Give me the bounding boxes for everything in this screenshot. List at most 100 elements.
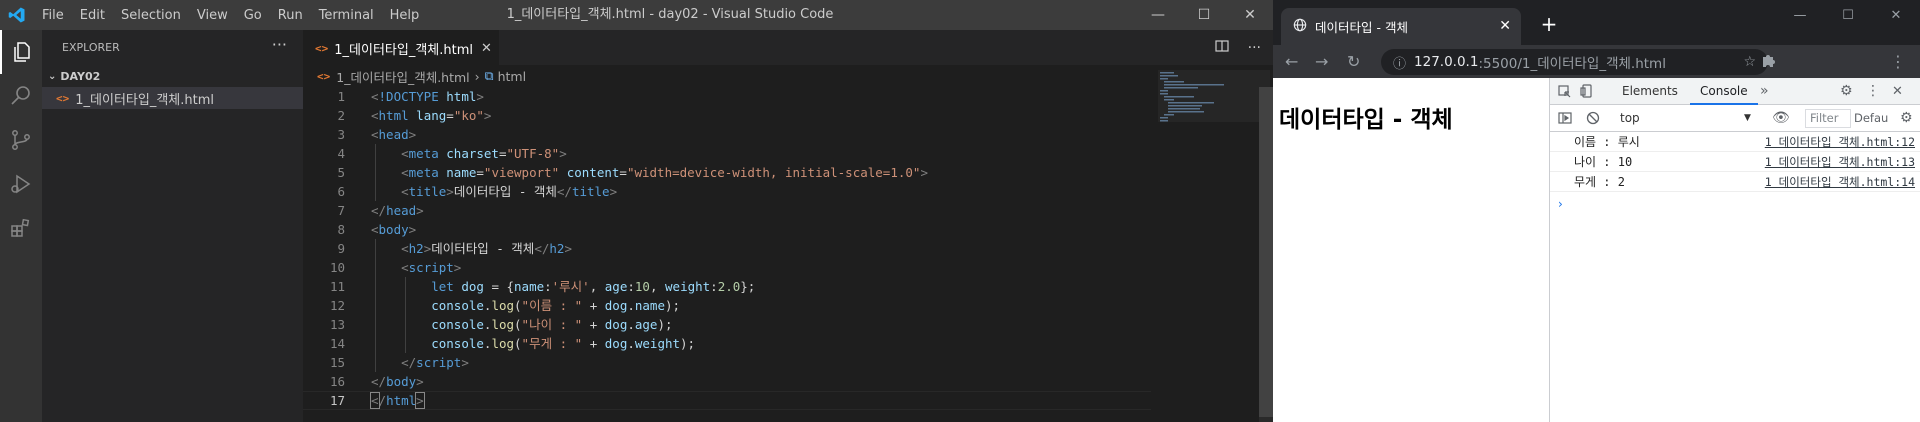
editor-actions: ··· <box>1214 30 1261 65</box>
page-heading: 데이터타입 - 객체 <box>1279 107 1453 133</box>
address-bar[interactable]: ⓘ 127.0.0.1:5500/1_데이터타입_객체.html ☆ <box>1381 49 1768 75</box>
folder-row[interactable]: ⌄ DAY02 <box>42 65 303 87</box>
breadcrumb-file[interactable]: 1_데이터타입_객체.html <box>336 67 469 86</box>
console-line: 무게 : 2 1 데이터타입 객체.html:14 <box>1550 172 1920 192</box>
close-icon[interactable]: ✕ <box>1872 0 1920 30</box>
menu-terminal[interactable]: Terminal <box>311 8 382 23</box>
chrome-window: 데이터타입 - 객체 ✕ + — ☐ ✕ ← → ↻ ⓘ 127.0.0.1:5… <box>1273 0 1920 422</box>
info-icon[interactable]: ⓘ <box>1393 53 1406 72</box>
context-selector[interactable]: top <box>1620 105 1640 132</box>
menu-go[interactable]: Go <box>236 8 270 23</box>
reload-icon[interactable]: ↻ <box>1347 45 1360 78</box>
code-text: <!DOCTYPE html> <box>371 89 484 104</box>
extensions-icon[interactable] <box>1753 45 1783 78</box>
new-tab-icon[interactable]: + <box>1535 10 1563 38</box>
breadcrumb: <> 1_데이터타입_객체.html › ⧉ html <box>303 65 526 87</box>
console-line: 나이 : 10 1 데이터타입 객체.html:13 <box>1550 152 1920 172</box>
gear-icon[interactable]: ⚙ <box>1840 78 1853 105</box>
code-line: 17 </html> <box>303 391 1213 410</box>
gear-icon[interactable]: ⚙ <box>1900 105 1913 132</box>
source-control-icon[interactable] <box>0 118 42 162</box>
tab-console[interactable]: Console <box>1690 78 1758 105</box>
minimap[interactable] <box>1158 70 1270 150</box>
tab-close-icon[interactable]: ✕ <box>481 41 492 56</box>
code-line: 13 console.log("나이 : " + dog.age); <box>303 315 1213 334</box>
more-actions-icon[interactable]: ··· <box>1248 40 1261 56</box>
file-row[interactable]: <> 1_데이터타입_객체.html <box>42 87 303 109</box>
tab-close-icon[interactable]: ✕ <box>1499 8 1511 45</box>
maximize-icon[interactable]: ☐ <box>1181 0 1227 30</box>
explorer-icon[interactable] <box>0 30 42 74</box>
console-source-link[interactable]: 1 데이터타입 객체.html:14 <box>1765 172 1915 192</box>
console-source-link[interactable]: 1 데이터타입 객체.html:13 <box>1765 152 1915 172</box>
vscode-logo-icon <box>0 0 34 30</box>
editor-tab[interactable]: <> 1_데이터타입_객체.html ✕ <box>303 30 499 65</box>
menu-run[interactable]: Run <box>270 8 311 23</box>
code-line: 1 <!DOCTYPE html> <box>303 87 1213 106</box>
sidebar-toggle-icon[interactable] <box>1558 105 1572 132</box>
scrollbar-thumb[interactable] <box>1259 87 1273 417</box>
chevron-right-icon: › <box>474 68 480 84</box>
log-levels-dropdown[interactable]: Defau <box>1854 109 1888 128</box>
line-number: 14 <box>329 336 345 351</box>
browser-tab[interactable]: 데이터타입 - 객체 ✕ <box>1281 8 1521 45</box>
code-line: 4 <meta charset="UTF-8"> <box>303 144 1213 163</box>
search-icon[interactable] <box>0 74 42 118</box>
inspect-icon[interactable] <box>1558 78 1572 105</box>
console-source-link[interactable]: 1 데이터타입 객체.html:12 <box>1765 132 1915 152</box>
dropdown-arrow-icon[interactable]: ▼ <box>1744 105 1751 132</box>
menu-file[interactable]: File <box>34 8 72 23</box>
kebab-menu-icon[interactable]: ⋮ <box>1866 78 1880 105</box>
back-icon[interactable]: ← <box>1285 45 1298 78</box>
menu-view[interactable]: View <box>189 8 236 23</box>
line-number: 2 <box>337 108 345 123</box>
more-actions-icon[interactable]: ··· <box>272 30 287 65</box>
minimize-icon[interactable]: — <box>1135 0 1181 30</box>
menu-edit[interactable]: Edit <box>72 8 113 23</box>
code-text: <body> <box>371 222 417 237</box>
editor-tab-bar: <> 1_데이터타입_객체.html ✕ ··· <box>303 30 1273 65</box>
console-prompt[interactable]: › <box>1558 197 1563 211</box>
close-devtools-icon[interactable]: ✕ <box>1892 78 1903 105</box>
page-viewport: 데이터타입 - 객체 <box>1273 78 1549 422</box>
clear-console-icon[interactable] <box>1586 105 1600 132</box>
device-toggle-icon[interactable] <box>1580 78 1594 105</box>
code-text: </script> <box>401 355 469 370</box>
filter-input[interactable]: Filter <box>1805 109 1851 128</box>
code-text: <html lang="ko"> <box>371 108 492 123</box>
line-number: 10 <box>329 260 345 275</box>
extensions-icon[interactable] <box>0 206 42 250</box>
explorer-header: EXPLORER ··· <box>42 30 303 65</box>
vertical-scrollbar[interactable] <box>1259 87 1273 422</box>
line-number: 12 <box>329 298 345 313</box>
maximize-icon[interactable]: ☐ <box>1824 0 1872 30</box>
window-controls: — ☐ ✕ <box>1135 0 1273 30</box>
code-text: let dog = {name:'루시', age:10, weight:2.0… <box>431 279 756 294</box>
line-number: 15 <box>329 355 345 370</box>
eye-icon[interactable]: 👁 <box>1772 105 1790 132</box>
tab-label: 1_데이터타입_객체.html <box>334 42 473 58</box>
menu-selection[interactable]: Selection <box>113 8 189 23</box>
tab-elements[interactable]: Elements <box>1612 78 1688 105</box>
devtools-panel: Elements Console » ⚙ ⋮ ✕ top ▼ 👁 Filter … <box>1549 78 1920 422</box>
code-text: <title>데이터타입 - 객체</title> <box>401 184 618 199</box>
chrome-menu-icon[interactable]: ⋮ <box>1890 45 1906 78</box>
breadcrumb-symbol[interactable]: html <box>498 69 526 84</box>
close-icon[interactable]: ✕ <box>1227 0 1273 30</box>
code-text: <h2>데이터타입 - 객체</h2> <box>401 241 572 256</box>
url-path: :5500/1_데이터타입_객체.html <box>1478 56 1666 72</box>
forward-icon[interactable]: → <box>1315 45 1328 78</box>
line-number: 3 <box>337 127 345 142</box>
code-text: <meta name="viewport" content="width=dev… <box>401 165 928 180</box>
code-line: 3 <head> <box>303 125 1213 144</box>
minimize-icon[interactable]: — <box>1776 0 1824 30</box>
code-editor[interactable]: 1 <!DOCTYPE html> 2 <html lang="ko"> 3 <hea… <box>303 87 1213 410</box>
line-number: 7 <box>337 203 345 218</box>
split-editor-icon[interactable] <box>1214 38 1230 58</box>
run-debug-icon[interactable] <box>0 162 42 206</box>
code-line: 14 console.log("무게 : " + dog.weight); <box>303 334 1213 353</box>
code-line: 7 </head> <box>303 201 1213 220</box>
more-tabs-icon[interactable]: » <box>1760 78 1769 105</box>
line-number: 8 <box>337 222 345 237</box>
code-line: 12 console.log("이름 : " + dog.name); <box>303 296 1213 315</box>
